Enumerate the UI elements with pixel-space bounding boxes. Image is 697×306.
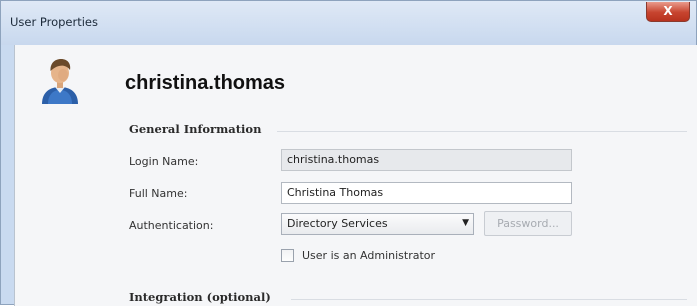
user-avatar-icon bbox=[42, 59, 78, 104]
login-name-label: Login Name: bbox=[129, 155, 199, 168]
close-icon: X bbox=[663, 4, 673, 18]
full-name-field[interactable]: Christina Thomas bbox=[281, 182, 572, 204]
section-divider bbox=[277, 131, 687, 132]
user-properties-window: User Properties X christina.thomas Gener… bbox=[0, 0, 697, 306]
authentication-label: Authentication: bbox=[129, 219, 214, 232]
window-title: User Properties bbox=[10, 15, 98, 29]
password-button[interactable]: Password... bbox=[484, 211, 572, 236]
close-button[interactable]: X bbox=[646, 2, 690, 22]
user-display-name: christina.thomas bbox=[125, 72, 286, 94]
chevron-down-icon: ▼ bbox=[462, 218, 469, 228]
login-name-field[interactable]: christina.thomas bbox=[281, 149, 572, 171]
authentication-selected-value: Directory Services bbox=[287, 217, 388, 230]
title-bar[interactable]: User Properties X bbox=[1, 1, 696, 45]
dialog-body: christina.thomas General Information Log… bbox=[14, 45, 697, 306]
authentication-select[interactable]: Directory Services ▼ bbox=[281, 213, 474, 235]
administrator-checkbox-label: User is an Administrator bbox=[302, 249, 436, 262]
section-divider bbox=[291, 299, 687, 300]
full-name-label: Full Name: bbox=[129, 187, 188, 200]
general-information-header: General Information bbox=[129, 122, 262, 136]
administrator-checkbox[interactable] bbox=[281, 249, 294, 262]
integration-header: Integration (optional) bbox=[129, 290, 271, 304]
